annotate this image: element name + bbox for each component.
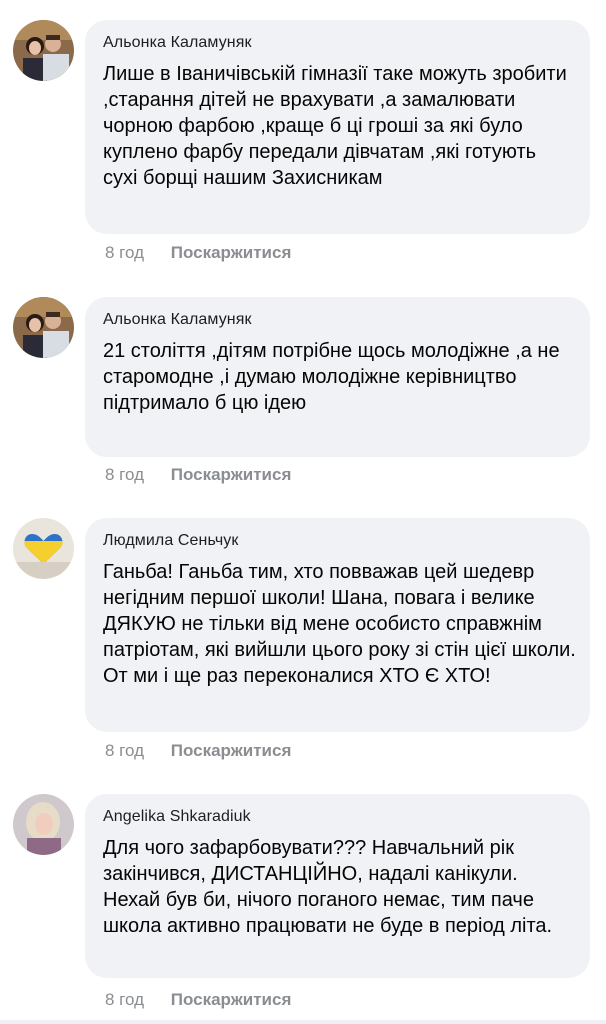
couple-photo-avatar xyxy=(13,297,74,358)
comment-meta: 8 год Поскаржитися xyxy=(105,741,291,761)
avatar[interactable] xyxy=(13,794,74,855)
comment-time[interactable]: 8 год xyxy=(105,465,144,484)
avatar[interactable] xyxy=(13,297,74,358)
comment-text: Лише в Іваничівській гімназії таке можут… xyxy=(103,63,567,189)
comment-time[interactable]: 8 год xyxy=(105,990,144,1009)
comment-meta: 8 год Поскаржитися xyxy=(105,990,291,1010)
ukraine-heart-avatar xyxy=(13,518,74,579)
comment-author[interactable]: Angelika Shkaradiuk xyxy=(103,807,576,827)
comment-author[interactable]: Людмила Сеньчук xyxy=(103,531,576,551)
report-link[interactable]: Поскаржитися xyxy=(171,741,292,760)
comment-time[interactable]: 8 год xyxy=(105,741,144,760)
comment-meta: 8 год Поскаржитися xyxy=(105,465,291,485)
woman-photo-avatar xyxy=(13,794,74,855)
comment-bubble: Людмила Сеньчук Ганьба! Ганьба тим, хто … xyxy=(85,518,590,732)
avatar[interactable] xyxy=(13,518,74,579)
divider xyxy=(0,1020,606,1024)
comment-bubble: Альонка Каламуняк Лише в Іваничівській г… xyxy=(85,20,590,234)
report-link[interactable]: Поскаржитися xyxy=(171,465,292,484)
couple-photo-avatar xyxy=(13,20,74,81)
comment-time[interactable]: 8 год xyxy=(105,243,144,262)
report-link[interactable]: Поскаржитися xyxy=(171,990,292,1009)
comment-text: Для чого зафарбовувати??? Навчальний рік… xyxy=(103,837,553,937)
report-link[interactable]: Поскаржитися xyxy=(171,243,292,262)
comment-bubble: Альонка Каламуняк 21 століття ,дітям пот… xyxy=(85,297,590,457)
comment-author[interactable]: Альонка Каламуняк xyxy=(103,33,576,53)
avatar[interactable] xyxy=(13,20,74,81)
comment-bubble: Angelika Shkaradiuk Для чого зафарбовува… xyxy=(85,794,590,978)
comment-text: 21 століття ,дітям потрібне щось молодіж… xyxy=(103,340,560,414)
comment-text: Ганьба! Ганьба тим, хто повважав цей шед… xyxy=(103,561,576,687)
comment-author[interactable]: Альонка Каламуняк xyxy=(103,310,576,330)
comment-meta: 8 год Поскаржитися xyxy=(105,243,291,263)
